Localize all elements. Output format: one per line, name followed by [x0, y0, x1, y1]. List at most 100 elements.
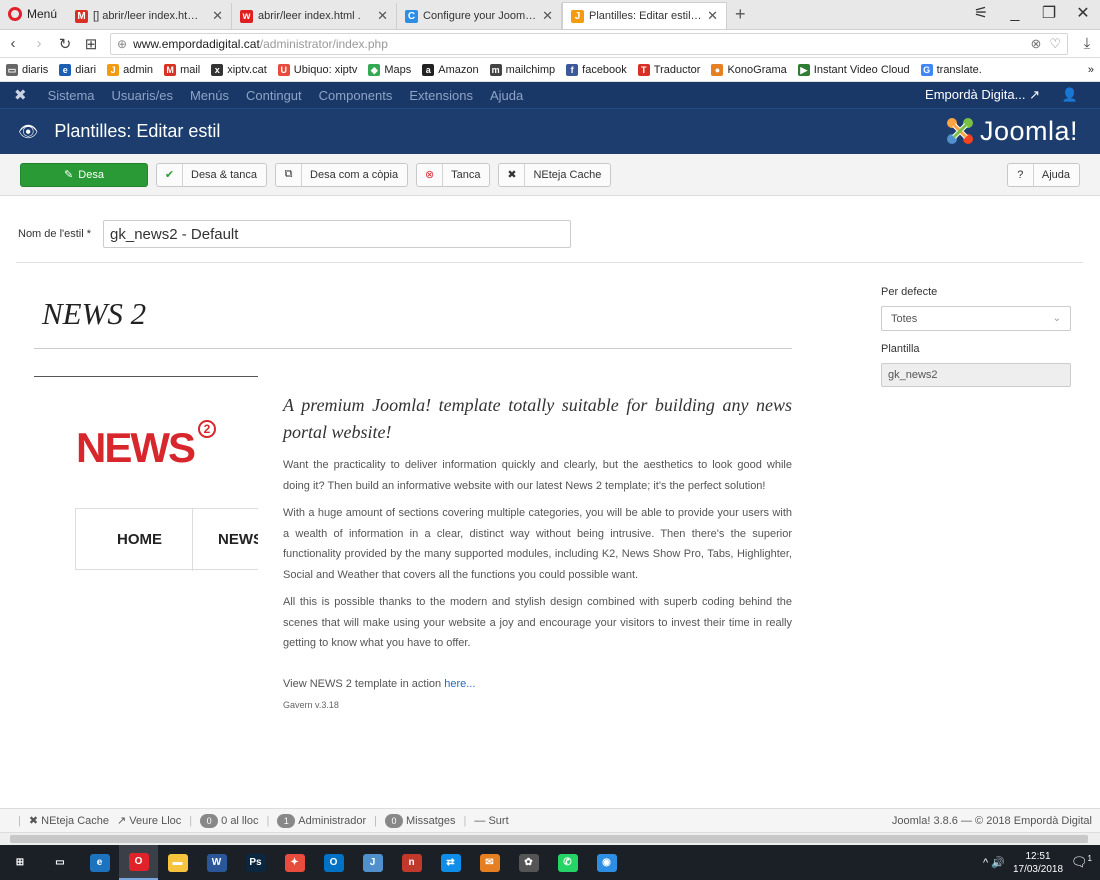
opera-menu-button[interactable]: Menú [0, 0, 67, 29]
admins-online[interactable]: 1 Administrador [277, 813, 366, 828]
style-name-field[interactable] [103, 220, 572, 248]
bookmark-item[interactable]: ▶ Instant Video Cloud [797, 63, 910, 76]
tab-menu-icon[interactable]: ⚟ [964, 0, 998, 30]
site-link[interactable]: Empordà Digita... ↗ [925, 87, 1040, 103]
whatsapp-icon[interactable]: ✆ [548, 845, 587, 880]
menu-menus[interactable]: Menús [190, 88, 229, 103]
joomla-logo-icon[interactable]: ✖ [14, 86, 27, 104]
close-label: Tanca [451, 168, 481, 181]
bookmark-item[interactable]: f facebook [566, 63, 627, 76]
bookmark-item[interactable]: U Ubiquo: xiptv [277, 63, 357, 76]
template-readonly-field: gk_news2 [881, 363, 1071, 387]
speed-dial-icon[interactable]: ⊞ [84, 35, 98, 53]
template-version: Gavern v.3.18 [283, 699, 339, 710]
bookmark-item[interactable]: T Traductor [637, 63, 700, 76]
forward-button[interactable]: › [32, 35, 46, 52]
messages-badge: 0 [385, 813, 404, 828]
back-button[interactable]: ‹ [6, 35, 20, 52]
close-tab-icon[interactable]: ✕ [707, 8, 718, 24]
bookmark-item[interactable]: Mmail [164, 63, 200, 76]
close-tab-icon[interactable]: ✕ [212, 8, 223, 24]
notification-icon[interactable]: 🗨1 [1071, 854, 1092, 870]
start-button[interactable]: ⊞ [0, 845, 40, 880]
new-tab-button[interactable]: + [727, 0, 754, 29]
bookmark-label: facebook [582, 63, 627, 76]
teamviewer-icon[interactable]: ⇄ [431, 845, 470, 880]
outlook-icon[interactable]: O [314, 845, 353, 880]
facebook-icon: f [566, 63, 579, 76]
taskbar-glyph: W [206, 853, 227, 872]
mail-app-icon[interactable]: ✉ [470, 845, 509, 880]
system-tray: ^ 🔊 12:51 17/03/2018 🗨1 [983, 845, 1100, 880]
restore-button[interactable]: ❐ [1032, 0, 1066, 30]
close-tab-icon[interactable]: ✕ [542, 8, 553, 24]
default-label: Per defecte [881, 286, 938, 298]
tray-icons[interactable]: ^ 🔊 [983, 856, 1005, 869]
app-red-icon[interactable]: ✦ [275, 845, 314, 880]
site-name: Empordà Digita... [925, 87, 1026, 102]
view-site-link[interactable]: ↗ Veure Lloc [117, 814, 181, 827]
bookmark-item[interactable]: a Amazon [422, 63, 479, 76]
horizontal-scrollbar[interactable] [0, 832, 1100, 845]
bookmark-item[interactable]: Gtranslate. [920, 63, 982, 76]
menu-components[interactable]: Components [319, 88, 393, 103]
url-field[interactable]: ⊕ www.empordadigital.cat/administrator/i… [110, 32, 1068, 55]
clear-cache-status-link[interactable]: ✖ NEteja Cache [29, 814, 109, 827]
word-icon[interactable]: W [197, 845, 236, 880]
reload-button[interactable]: ↻ [58, 35, 72, 53]
clear-cache-button[interactable]: ✖ NEteja Cache [498, 162, 612, 187]
bookmark-item[interactable]: ◆ Maps [368, 63, 412, 76]
menu-ajuda[interactable]: Ajuda [490, 88, 523, 103]
heart-icon[interactable]: ♡ [1049, 36, 1061, 52]
menu-sistema[interactable]: Sistema [48, 88, 95, 103]
adblock-icon[interactable]: ⊗ [1030, 36, 1041, 52]
external-link-icon: ↗ [1029, 87, 1040, 102]
bookmark-item[interactable]: Jadmin [107, 63, 153, 76]
save-copy-button[interactable]: ⧉ Desa com a còpia [275, 162, 409, 187]
bookmark-item[interactable]: ● KonoGrama [711, 63, 787, 76]
bookmark-item[interactable]: ▭ diaris [6, 63, 48, 76]
close-button[interactable]: ⊗ Tanca [416, 162, 491, 187]
close-tab-icon[interactable]: ✕ [377, 8, 388, 24]
bookmark-label: Maps [384, 63, 412, 76]
menu-extensions[interactable]: Extensions [409, 88, 473, 103]
address-bar: ‹ › ↻ ⊞ ⊕ www.empordadigital.cat/adminis… [0, 30, 1100, 58]
minimize-button[interactable]: _ [998, 0, 1032, 30]
view-template-link[interactable]: here... [444, 678, 475, 690]
explorer-icon[interactable]: ▬ [158, 845, 197, 880]
opera-icon[interactable]: O [119, 845, 158, 880]
browser-tab[interactable]: w abrir/leer index.html . ✕ [232, 3, 398, 29]
download-icon[interactable]: ⤓ [1080, 35, 1094, 52]
nero-icon[interactable]: n [392, 845, 431, 880]
notification-count: 1 [1087, 854, 1092, 864]
clock[interactable]: 12:51 17/03/2018 [1013, 850, 1063, 876]
thumb-nav-news: NEWS [218, 531, 258, 548]
bookmark-item[interactable]: m mailchimp [489, 63, 555, 76]
menu-usuaris[interactable]: Usuaris/es [112, 88, 173, 103]
taskbar-glyph: n [401, 853, 422, 872]
save-close-button[interactable]: ✔ Desa & tanca [156, 162, 268, 187]
edge-icon[interactable]: e [80, 845, 119, 880]
status-bar: | ✖ NEteja Cache ↗ Veure Lloc | 00 al ll… [0, 808, 1100, 832]
help-button[interactable]: ? Ajuda [1006, 162, 1080, 187]
browser-tab[interactable]: M [] abrir/leer index.html . (Jo ✕ [67, 3, 233, 29]
photoshop-icon[interactable]: Ps [236, 845, 275, 880]
bookmarks-overflow-button[interactable]: » [1088, 64, 1094, 76]
user-menu-icon[interactable]: 👤 [1062, 87, 1078, 103]
menu-contingut[interactable]: Contingut [246, 88, 302, 103]
browser-tab[interactable]: C Configure your Joomla we ✕ [397, 3, 563, 29]
browser-tab[interactable]: J Plantilles: Editar estil - Emp ✕ [562, 2, 728, 29]
bookmark-item[interactable]: e diari [59, 63, 96, 76]
joomla-app-icon[interactable]: J [353, 845, 392, 880]
media-icon[interactable]: ✿ [509, 845, 548, 880]
save-button[interactable]: ✎ Desa [20, 162, 148, 187]
task-view-icon[interactable]: ▭ [40, 845, 80, 880]
close-window-button[interactable]: ✕ [1066, 0, 1100, 30]
bookmark-item[interactable]: x xiptv.cat [211, 63, 267, 76]
camera-icon[interactable]: ◉ [587, 845, 626, 880]
chevron-down-icon: ⌄ [1052, 313, 1061, 324]
logout-link[interactable]: — Surt [474, 815, 508, 827]
default-select[interactable]: Totes ⌄ [881, 306, 1071, 331]
visitors-online[interactable]: 00 al lloc [200, 813, 258, 828]
messages-link[interactable]: 0 Missatges [385, 813, 456, 828]
